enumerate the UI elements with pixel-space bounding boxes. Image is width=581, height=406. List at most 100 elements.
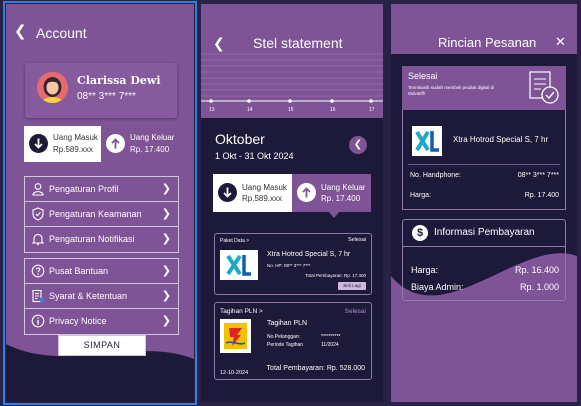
success-title: Selesai <box>408 71 438 81</box>
xl-logo-icon <box>220 250 258 280</box>
payment-info-card: $ Informasi Pembayaran Harga: Rp. 16.400… <box>402 219 566 301</box>
outgoing-value: Rp. 17.400 <box>321 194 361 203</box>
arrow-down-icon <box>29 134 48 153</box>
incoming-label: Uang Masuk <box>53 133 98 142</box>
price-label: Harga: <box>410 192 432 199</box>
field-value: 11/2024 <box>321 342 339 348</box>
timeline-tick: 15 <box>288 107 294 113</box>
profile-phone: 08** 3*** 7*** <box>77 91 136 102</box>
admin-fee-label: Biaya Admin: <box>411 282 464 292</box>
info-icon <box>31 314 45 328</box>
payment-title: Informasi Pembayaran <box>434 227 535 238</box>
balance-summary: Uang Masuk Rp.589.xxx Uang Keluar Rp. 17… <box>24 126 179 162</box>
timeline-chart <box>201 53 383 103</box>
page-title: Account <box>36 25 87 41</box>
page-title: Rincian Pesanan <box>438 35 537 50</box>
total-payment: Total Pembayaran: Rp. 528.000 <box>266 365 365 372</box>
menu-item-profile-settings[interactable]: Pengaturan Profil ❯ <box>25 177 178 202</box>
transaction-category[interactable]: Tagihan PLN > <box>220 308 263 315</box>
menu-item-label: Syarat & Ketentuan <box>49 291 128 301</box>
transaction-card-pln[interactable]: Tagihan PLN > Selesai Tagihan PLN No.Pel… <box>214 302 372 380</box>
payment-price-label: Harga: <box>411 265 439 275</box>
chevron-right-icon: ❯ <box>161 290 171 302</box>
field-label: No.Pelanggan: <box>267 334 301 340</box>
timeline-tick: 14 <box>247 107 253 113</box>
arrow-up-icon <box>106 134 125 153</box>
order-detail-screen: Rincian Pesanan ✕ Selesai Terimkasih sud… <box>391 4 577 402</box>
field-value: ********** <box>321 334 341 340</box>
back-icon[interactable]: ❮ <box>14 24 27 39</box>
outgoing-label: Uang Keluar <box>321 183 366 192</box>
timeline-tick: 16 <box>330 107 336 113</box>
transaction-card-data[interactable]: Paket Data > Selesai Xtra Hotrod Special… <box>214 233 372 295</box>
outgoing-value: Rp. 17.400 <box>130 145 170 154</box>
dollar-icon: $ <box>412 225 428 241</box>
previous-month-button[interactable]: ❮ <box>349 136 367 154</box>
success-banner: Selesai Terimkasih sudah membeli produk … <box>402 66 566 110</box>
field-label: Periode Tagihan <box>267 342 304 348</box>
chevron-right-icon: ❯ <box>161 233 171 245</box>
status-badge: Selesai <box>347 237 366 243</box>
status-badge: Selesai <box>344 308 366 315</box>
admin-fee-value: Rp. 1.000 <box>519 282 559 292</box>
phone-number: No. HP: 08** 3*** 7*** <box>267 263 311 268</box>
timeline-tick: 13 <box>209 107 215 113</box>
phone-label: No. Handphone: <box>410 172 461 179</box>
avatar-illustration <box>37 72 68 103</box>
account-screen: ❮ Account Clarissa Dewi 08** 3*** 7*** U… <box>3 1 197 405</box>
chevron-right-icon: ❯ <box>161 208 171 220</box>
outgoing-label: Uang Keluar <box>130 133 175 142</box>
outgoing-balance[interactable]: Uang Keluar Rp. 17.400 <box>101 126 179 162</box>
incoming-value: Rp.589.xxx <box>242 194 283 203</box>
shield-icon <box>32 207 44 221</box>
menu-item-security-settings[interactable]: Pengaturan Keamanan ❯ <box>25 202 178 227</box>
menu-item-privacy-notice[interactable]: Privacy Notice ❯ <box>25 309 178 334</box>
menu-item-terms[interactable]: Syarat & Ketentuan ❯ <box>25 284 178 309</box>
settings-menu: Pengaturan Profil ❯ Pengaturan Keamanan … <box>24 176 179 253</box>
stage: ❮ Account Clarissa Dewi 08** 3*** 7*** U… <box>0 0 581 406</box>
buy-again-button[interactable]: Beli Lagi <box>338 282 366 290</box>
support-menu: Pusat Bantuan ❯ Syarat & Ketentuan ❯ Pri… <box>24 258 179 335</box>
chevron-right-icon: ❯ <box>161 315 171 327</box>
page-title: Stel statement <box>253 35 343 51</box>
menu-item-notification-settings[interactable]: Pengaturan Notifikasi ❯ <box>25 227 178 252</box>
month-heading: Oktober <box>215 131 265 147</box>
outgoing-balance[interactable]: Uang Keluar Rp. 17.400 <box>292 174 371 212</box>
menu-item-label: Pengaturan Keamanan <box>49 209 142 219</box>
save-button[interactable]: SIMPAN <box>58 335 146 356</box>
product-name: Xtra Hotrod Special S, 7 hr <box>453 135 549 144</box>
bell-icon <box>31 233 45 246</box>
transaction-category[interactable]: Paket Data > <box>220 238 249 244</box>
chevron-right-icon: ❯ <box>161 183 171 195</box>
receipt-check-icon <box>529 71 559 104</box>
order-summary: Xtra Hotrod Special S, 7 hr No. Handphon… <box>402 110 566 210</box>
menu-item-label: Pengaturan Profil <box>49 184 119 194</box>
gridlines <box>201 53 383 97</box>
profile-card[interactable]: Clarissa Dewi 08** 3*** 7*** <box>25 63 177 118</box>
incoming-value: Rp.589.xxx <box>53 145 94 154</box>
divider <box>403 246 565 247</box>
divider <box>408 164 560 165</box>
incoming-label: Uang Masuk <box>242 183 287 192</box>
product-name: Tagihan PLN <box>267 320 308 327</box>
arrow-down-icon <box>218 183 237 202</box>
product-name: Xtra Hotrod Special S, 7 hr <box>267 251 351 258</box>
balance-summary: Uang Masuk Rp.589.xxx Uang Keluar Rp. 17… <box>213 174 371 212</box>
menu-item-help-center[interactable]: Pusat Bantuan ❯ <box>25 259 178 284</box>
avatar <box>37 72 68 103</box>
back-icon[interactable]: ❮ <box>213 35 225 52</box>
pln-logo-icon <box>220 319 251 353</box>
payment-price-value: Rp. 16.400 <box>514 265 559 275</box>
xl-logo-icon <box>412 126 442 156</box>
arrow-up-icon <box>297 183 316 202</box>
profile-name: Clarissa Dewi <box>77 74 161 87</box>
phone-value: 08** 3*** 7*** <box>517 172 559 179</box>
document-icon <box>32 289 45 303</box>
incoming-balance[interactable]: Uang Masuk Rp.589.xxx <box>213 174 292 212</box>
statement-screen: ❮ Stel statement 13 14 15 16 17 Oktober … <box>201 4 383 402</box>
selection-pointer <box>328 211 340 218</box>
incoming-balance[interactable]: Uang Masuk Rp.589.xxx <box>24 126 101 162</box>
close-icon[interactable]: ✕ <box>555 34 566 50</box>
chevron-right-icon: ❯ <box>161 265 171 277</box>
price-value: Rp. 17.400 <box>524 192 559 199</box>
